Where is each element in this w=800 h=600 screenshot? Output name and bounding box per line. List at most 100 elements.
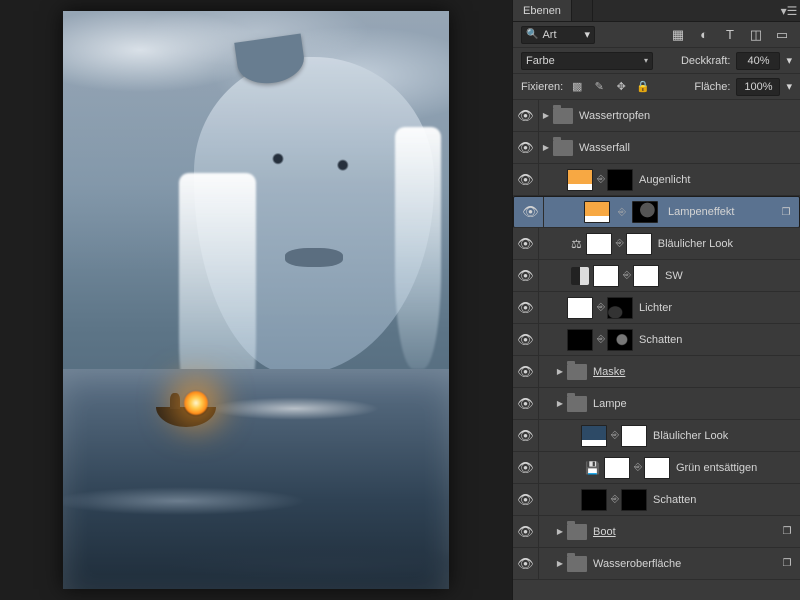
blend-mode-select[interactable]: Farbe ▾ bbox=[521, 52, 653, 70]
layer-row[interactable]: 👁 ⎆ Augenlicht bbox=[513, 164, 800, 196]
visibility-toggle[interactable]: 👁 bbox=[513, 356, 539, 387]
visibility-toggle[interactable]: 👁 bbox=[513, 420, 539, 451]
panel-menu-icon[interactable]: ▾☰ bbox=[778, 0, 800, 21]
disclosure-triangle-icon[interactable]: ▶ bbox=[553, 399, 567, 408]
layer-row[interactable]: 👁 ⎆ Schatten bbox=[513, 324, 800, 356]
mask-thumbnail[interactable] bbox=[632, 201, 658, 223]
layer-thumbnail[interactable] bbox=[593, 265, 619, 287]
layer-row[interactable]: 👁💾⎆Grün entsättigen bbox=[513, 452, 800, 484]
layers-list: 👁▶Wassertropfen👁▶Wasserfall👁⎆Augenlicht👁… bbox=[513, 100, 800, 600]
visibility-toggle[interactable]: 👁 bbox=[513, 228, 539, 259]
visibility-toggle[interactable]: 👁 bbox=[513, 132, 539, 163]
layer-filter-select[interactable]: 🔍 Art ▾ bbox=[521, 26, 595, 44]
layer-name[interactable]: Augenlicht bbox=[639, 174, 794, 186]
mask-thumbnail[interactable] bbox=[621, 489, 647, 511]
visibility-toggle[interactable]: 👁 bbox=[513, 548, 539, 579]
visibility-toggle[interactable]: 👁 bbox=[513, 324, 539, 355]
bw-icon bbox=[571, 267, 589, 285]
visibility-toggle[interactable]: 👁 bbox=[513, 260, 539, 291]
layer-row[interactable]: 👁▶ Wasserfall bbox=[513, 132, 800, 164]
disclosure-triangle-icon[interactable]: ▶ bbox=[539, 111, 553, 120]
layer-thumbnail[interactable] bbox=[581, 425, 607, 447]
visibility-toggle[interactable]: 👁 bbox=[513, 452, 539, 483]
link-icon[interactable]: ⎆ bbox=[597, 334, 605, 345]
layer-name[interactable]: Boot bbox=[593, 526, 780, 538]
filter-pixel-icon[interactable]: ▦ bbox=[668, 26, 688, 44]
mask-thumbnail[interactable] bbox=[607, 297, 633, 319]
layer-row[interactable]: 👁 ▶ Maske bbox=[513, 356, 800, 388]
opacity-input[interactable]: 40% bbox=[736, 52, 780, 70]
link-icon[interactable]: ⎆ bbox=[611, 494, 619, 505]
mask-thumbnail[interactable] bbox=[621, 425, 647, 447]
layer-row[interactable]: 👁▶Boot❐ bbox=[513, 516, 800, 548]
lock-transparency-icon[interactable]: ▩ bbox=[569, 79, 585, 95]
tab-empty[interactable] bbox=[572, 0, 593, 21]
visibility-toggle[interactable]: 👁 bbox=[518, 197, 544, 227]
layer-thumbnail[interactable] bbox=[567, 329, 593, 351]
layer-name[interactable]: SW bbox=[665, 270, 794, 282]
layer-name[interactable]: Bläulicher Look bbox=[658, 238, 794, 250]
layer-row[interactable]: 👁 ⎆ Bläulicher Look bbox=[513, 420, 800, 452]
layer-thumbnail[interactable] bbox=[584, 201, 610, 223]
filter-adjust-icon[interactable]: ◐ bbox=[694, 26, 714, 44]
link-icon[interactable]: ⎆ bbox=[623, 270, 631, 281]
disclosure-triangle-icon[interactable]: ▶ bbox=[553, 559, 567, 568]
lock-move-icon[interactable]: ✥ bbox=[613, 79, 629, 95]
disclosure-triangle-icon[interactable]: ▶ bbox=[553, 367, 567, 376]
visibility-toggle[interactable]: 👁 bbox=[513, 516, 539, 547]
layer-thumbnail[interactable] bbox=[567, 169, 593, 191]
fill-stepper-icon[interactable]: ▾ bbox=[786, 80, 792, 93]
visibility-toggle[interactable]: 👁 bbox=[513, 388, 539, 419]
link-icon[interactable]: ⎆ bbox=[597, 174, 605, 185]
layer-thumbnail[interactable] bbox=[567, 297, 593, 319]
link-icon[interactable]: ⎆ bbox=[616, 238, 624, 249]
disclosure-triangle-icon[interactable]: ▶ bbox=[539, 143, 553, 152]
fill-input[interactable]: 100% bbox=[736, 78, 780, 96]
layer-name[interactable]: Wasseroberfläche bbox=[593, 558, 780, 570]
layer-name[interactable]: Wassertropfen bbox=[579, 110, 794, 122]
layer-row[interactable]: 👁⎆Lampeneffekt❐ bbox=[513, 196, 800, 228]
opacity-stepper-icon[interactable]: ▾ bbox=[786, 54, 792, 67]
mask-thumbnail[interactable] bbox=[607, 329, 633, 351]
visibility-toggle[interactable]: 👁 bbox=[513, 164, 539, 195]
layer-row[interactable]: 👁▶Wasseroberfläche❐ bbox=[513, 548, 800, 580]
link-icon[interactable]: ⎆ bbox=[634, 462, 642, 473]
link-icon[interactable]: ⎆ bbox=[618, 207, 626, 218]
layer-row[interactable]: 👁 ⎆ Lichter bbox=[513, 292, 800, 324]
visibility-toggle[interactable]: 👁 bbox=[513, 292, 539, 323]
layer-name[interactable]: Maske bbox=[593, 366, 794, 378]
layer-name[interactable]: Schatten bbox=[653, 494, 794, 506]
layer-name[interactable]: Wasserfall bbox=[579, 142, 794, 154]
layer-name[interactable]: Bläulicher Look bbox=[653, 430, 794, 442]
layer-name[interactable]: Lampeneffekt bbox=[668, 206, 775, 218]
tab-layers[interactable]: Ebenen bbox=[513, 0, 572, 21]
lock-all-icon[interactable]: 🔒 bbox=[635, 79, 651, 95]
layer-row[interactable]: 👁⚖⎆Bläulicher Look bbox=[513, 228, 800, 260]
layer-row[interactable]: 👁 ⎆ Schatten bbox=[513, 484, 800, 516]
layer-thumbnail[interactable] bbox=[586, 233, 612, 255]
folder-icon bbox=[567, 396, 587, 412]
layer-name[interactable]: Lichter bbox=[639, 302, 794, 314]
visibility-toggle[interactable]: 👁 bbox=[513, 100, 539, 131]
layer-name[interactable]: Grün entsättigen bbox=[676, 462, 794, 474]
filter-shape-icon[interactable]: ◫ bbox=[746, 26, 766, 44]
filter-text-icon[interactable]: T bbox=[720, 26, 740, 44]
mask-thumbnail[interactable] bbox=[607, 169, 633, 191]
lock-brush-icon[interactable]: ✎ bbox=[591, 79, 607, 95]
mask-thumbnail[interactable] bbox=[644, 457, 670, 479]
visibility-toggle[interactable]: 👁 bbox=[513, 484, 539, 515]
mask-thumbnail[interactable] bbox=[633, 265, 659, 287]
filter-smart-icon[interactable]: ▭ bbox=[772, 26, 792, 44]
mask-thumbnail[interactable] bbox=[626, 233, 652, 255]
link-icon[interactable]: ⎆ bbox=[611, 430, 619, 441]
layer-name[interactable]: Schatten bbox=[639, 334, 794, 346]
layer-thumbnail[interactable] bbox=[604, 457, 630, 479]
filter-row: 🔍 Art ▾ ▦ ◐ T ◫ ▭ bbox=[513, 22, 800, 48]
link-icon[interactable]: ⎆ bbox=[597, 302, 605, 313]
layer-row[interactable]: 👁▶ Wassertropfen bbox=[513, 100, 800, 132]
layer-name[interactable]: Lampe bbox=[593, 398, 794, 410]
disclosure-triangle-icon[interactable]: ▶ bbox=[553, 527, 567, 536]
layer-row[interactable]: 👁 ⎆ SW bbox=[513, 260, 800, 292]
layer-thumbnail[interactable] bbox=[581, 489, 607, 511]
layer-row[interactable]: 👁 ▶ Lampe bbox=[513, 388, 800, 420]
